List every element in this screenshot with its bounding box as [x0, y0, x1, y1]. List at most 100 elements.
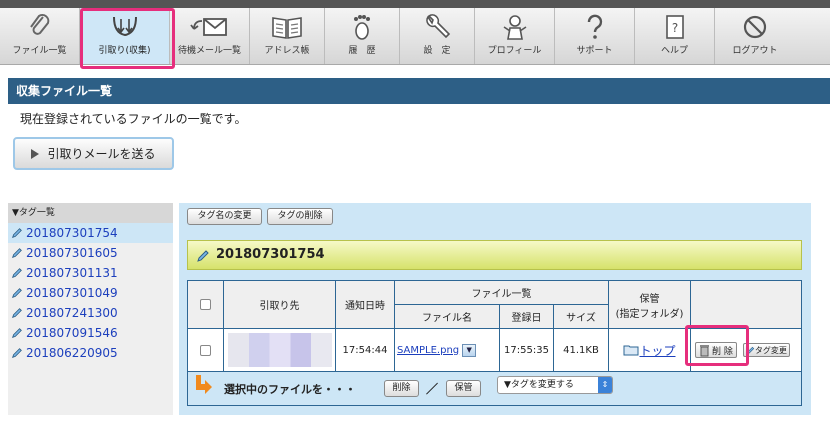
play-icon	[31, 148, 40, 159]
tag-change-button[interactable]: タグ変更	[742, 343, 790, 357]
profile-icon	[503, 15, 526, 40]
size-cell: 41.1KB	[554, 329, 608, 371]
pencil-icon	[12, 288, 22, 298]
delete-highlight-box	[685, 325, 749, 366]
sidebar-tag-label: 201806220905	[26, 346, 118, 360]
bulk-action-bar: 選択中のファイルを・・・ ／	[188, 372, 801, 405]
file-menu-dropdown-icon[interactable]: ▼	[462, 343, 477, 357]
pencil-icon	[12, 248, 22, 258]
select-all-checkbox[interactable]	[200, 299, 211, 310]
toolbar-address-book[interactable]: アドレス帳	[250, 8, 325, 64]
header-file-list: ファイル一覧	[395, 281, 608, 304]
sidebar-tag-item[interactable]: 201807301049	[8, 283, 173, 303]
folder-icon	[623, 345, 639, 356]
header-registered: 登録日	[500, 305, 553, 328]
toolbar-waiting-mail[interactable]: 待機メール一覧	[170, 8, 250, 64]
tag-change-select-value: ▼タグを変更する	[504, 380, 574, 390]
page-title: 収集ファイル一覧	[8, 78, 830, 104]
pencil-icon	[12, 268, 22, 278]
pencil-icon	[197, 250, 209, 262]
notify-time-cell: 17:54:44	[336, 329, 394, 371]
svg-text:?: ?	[671, 21, 677, 35]
pencil-icon	[12, 328, 22, 338]
sidebar-tag-label: 201807301754	[26, 226, 118, 240]
toolbar-label: ヘルプ	[660, 46, 688, 56]
select-arrows-icon: ⇕	[598, 377, 612, 393]
sidebar-tag-item[interactable]: 201806220905	[8, 343, 173, 363]
toolbar-file-list[interactable]: ファイル一覧	[0, 8, 80, 64]
header-storage: 保管 (指定フォルダ)	[609, 281, 690, 328]
toolbar-highlight-box	[80, 8, 175, 69]
toolbar-label: アドレス帳	[264, 46, 310, 56]
toolbar-label: サポート	[576, 46, 613, 56]
header-actions	[691, 281, 801, 328]
toolbar-label: ログアウト	[732, 46, 778, 56]
toolbar-label: 履 歴	[348, 46, 376, 56]
file-name-cell: SAMPLE.png ▼	[395, 329, 499, 371]
wrench-icon	[426, 14, 451, 39]
toolbar-settings[interactable]: 設 定	[400, 8, 475, 64]
row-checkbox[interactable]	[200, 344, 211, 356]
header-source: 引取り先	[224, 281, 335, 328]
pencil-icon	[12, 348, 22, 358]
row-select-cell	[188, 329, 223, 371]
folder-link[interactable]: トップ	[639, 342, 675, 359]
pencil-icon	[12, 308, 22, 318]
logout-icon	[743, 15, 767, 39]
page-description: 現在登録されているファイルの一覧です。	[20, 112, 247, 126]
top-strip	[0, 0, 830, 8]
bulk-selected-text: 選択中のファイルを・・・	[224, 383, 356, 396]
pencil-icon	[12, 228, 22, 238]
sidebar-tag-label: 201807301049	[26, 286, 118, 300]
waiting-mail-icon	[189, 18, 227, 36]
header-storage-label: 保管	[639, 293, 660, 305]
current-tag-header: 201807301754	[187, 240, 802, 270]
sidebar-tag-item[interactable]: 201807241300	[8, 303, 173, 323]
bulk-separator: ／	[426, 382, 439, 396]
header-notify-time: 通知日時	[336, 281, 394, 328]
address-book-icon	[272, 17, 302, 39]
toolbar-support[interactable]: サポート	[555, 8, 635, 64]
select-all-cell	[188, 281, 223, 328]
toolbar-logout[interactable]: ログアウト	[715, 8, 795, 64]
toolbar-help[interactable]: ? ヘルプ	[635, 8, 715, 64]
paperclip-icon	[29, 13, 49, 35]
tag-change-select[interactable]: ▼タグを変更する ⇕	[497, 376, 613, 394]
sidebar-tag-item[interactable]: 201807301605	[8, 243, 173, 263]
delete-tag-button[interactable]: タグの削除	[267, 208, 333, 225]
sidebar-tag-label: 201807301605	[26, 246, 118, 260]
source-redacted	[227, 333, 332, 367]
header-file-name: ファイル名	[395, 305, 499, 328]
rename-tag-button[interactable]: タグ名の変更	[187, 208, 262, 225]
turn-arrow-icon	[196, 375, 212, 394]
footprint-icon	[354, 15, 370, 40]
tag-list-header: ▼タグ一覧	[8, 203, 173, 223]
sidebar-tag-label: 201807301131	[26, 266, 118, 280]
bulk-keep-button[interactable]: 保管	[446, 380, 481, 397]
toolbar-history[interactable]: 履 歴	[325, 8, 400, 64]
send-collect-mail-button[interactable]: 引取りメールを送る	[13, 137, 174, 170]
sidebar-tag-item[interactable]: 201807301131	[8, 263, 173, 283]
toolbar-profile[interactable]: プロフィール	[475, 8, 555, 64]
folder-cell: トップ	[609, 329, 690, 371]
toolbar-label: 待機メール一覧	[177, 46, 241, 56]
sidebar-tag-label: 201807091546	[26, 326, 118, 340]
toolbar-label: ファイル一覧	[12, 46, 67, 56]
registered-cell: 17:55:35	[500, 329, 553, 371]
help-book-icon: ?	[665, 15, 684, 39]
header-storage-sub: (指定フォルダ)	[615, 308, 684, 320]
tag-sidebar: ▼タグ一覧 201807301754 201807301605 2018073011…	[8, 203, 173, 415]
bulk-delete-button[interactable]: 削除	[384, 380, 419, 397]
question-icon	[587, 14, 602, 39]
tag-list: 201807301754 201807301605 201807301131 2018…	[8, 223, 173, 363]
current-tag-name: 201807301754	[216, 247, 325, 262]
sidebar-tag-label: 201807241300	[26, 306, 118, 320]
file-name-link[interactable]: SAMPLE.png	[397, 345, 459, 356]
sidebar-tag-item[interactable]: 201807301754	[8, 223, 173, 243]
toolbar-label: プロフィール	[487, 46, 542, 56]
sidebar-tag-item[interactable]: 201807091546	[8, 323, 173, 343]
source-cell	[224, 329, 335, 371]
tag-change-label: タグ変更	[754, 345, 787, 355]
toolbar-label: 設 定	[423, 46, 451, 56]
send-button-label: 引取りメールを送る	[47, 147, 156, 161]
